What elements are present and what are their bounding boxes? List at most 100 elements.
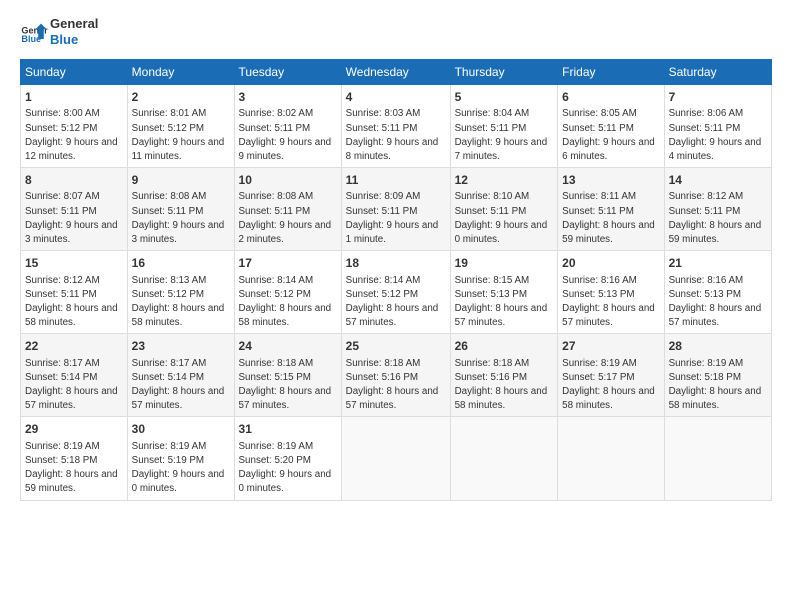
calendar-week-row: 1 Sunrise: 8:00 AMSunset: 5:12 PMDayligh… — [21, 85, 772, 168]
table-row: 16 Sunrise: 8:13 AMSunset: 5:12 PMDaylig… — [127, 251, 234, 334]
day-number: 9 — [132, 172, 230, 188]
table-row — [341, 417, 450, 500]
table-row: 17 Sunrise: 8:14 AMSunset: 5:12 PMDaylig… — [234, 251, 341, 334]
table-row: 7 Sunrise: 8:06 AMSunset: 5:11 PMDayligh… — [664, 85, 771, 168]
day-info: Sunrise: 8:18 AMSunset: 5:15 PMDaylight:… — [239, 358, 332, 412]
table-row: 30 Sunrise: 8:19 AMSunset: 5:19 PMDaylig… — [127, 417, 234, 500]
day-info: Sunrise: 8:06 AMSunset: 5:11 PMDaylight:… — [669, 108, 762, 162]
day-number: 22 — [25, 338, 123, 354]
day-info: Sunrise: 8:18 AMSunset: 5:16 PMDaylight:… — [455, 358, 548, 412]
day-number: 24 — [239, 338, 337, 354]
calendar-week-row: 8 Sunrise: 8:07 AMSunset: 5:11 PMDayligh… — [21, 168, 772, 251]
table-row: 21 Sunrise: 8:16 AMSunset: 5:13 PMDaylig… — [664, 251, 771, 334]
page-container: General Blue General Blue Sunday Monday … — [0, 0, 792, 511]
table-row: 1 Sunrise: 8:00 AMSunset: 5:12 PMDayligh… — [21, 85, 128, 168]
day-info: Sunrise: 8:19 AMSunset: 5:19 PMDaylight:… — [132, 441, 225, 495]
day-number: 3 — [239, 89, 337, 105]
col-friday: Friday — [558, 60, 664, 85]
table-row: 23 Sunrise: 8:17 AMSunset: 5:14 PMDaylig… — [127, 334, 234, 417]
day-info: Sunrise: 8:11 AMSunset: 5:11 PMDaylight:… — [562, 191, 655, 245]
table-row — [664, 417, 771, 500]
day-number: 10 — [239, 172, 337, 188]
day-info: Sunrise: 8:15 AMSunset: 5:13 PMDaylight:… — [455, 275, 548, 329]
day-info: Sunrise: 8:09 AMSunset: 5:11 PMDaylight:… — [346, 191, 439, 245]
day-number: 1 — [25, 89, 123, 105]
table-row: 19 Sunrise: 8:15 AMSunset: 5:13 PMDaylig… — [450, 251, 558, 334]
day-info: Sunrise: 8:01 AMSunset: 5:12 PMDaylight:… — [132, 108, 225, 162]
table-row: 20 Sunrise: 8:16 AMSunset: 5:13 PMDaylig… — [558, 251, 664, 334]
logo-icon: General Blue — [20, 18, 48, 46]
day-number: 26 — [455, 338, 554, 354]
day-number: 18 — [346, 255, 446, 271]
col-tuesday: Tuesday — [234, 60, 341, 85]
day-number: 14 — [669, 172, 767, 188]
table-row: 26 Sunrise: 8:18 AMSunset: 5:16 PMDaylig… — [450, 334, 558, 417]
day-number: 11 — [346, 172, 446, 188]
day-info: Sunrise: 8:17 AMSunset: 5:14 PMDaylight:… — [132, 358, 225, 412]
day-info: Sunrise: 8:12 AMSunset: 5:11 PMDaylight:… — [669, 191, 762, 245]
day-number: 19 — [455, 255, 554, 271]
calendar-week-row: 15 Sunrise: 8:12 AMSunset: 5:11 PMDaylig… — [21, 251, 772, 334]
calendar-header-row: Sunday Monday Tuesday Wednesday Thursday… — [21, 60, 772, 85]
table-row: 12 Sunrise: 8:10 AMSunset: 5:11 PMDaylig… — [450, 168, 558, 251]
day-number: 13 — [562, 172, 659, 188]
day-number: 29 — [25, 421, 123, 437]
day-info: Sunrise: 8:02 AMSunset: 5:11 PMDaylight:… — [239, 108, 332, 162]
calendar-table: Sunday Monday Tuesday Wednesday Thursday… — [20, 59, 772, 500]
day-info: Sunrise: 8:16 AMSunset: 5:13 PMDaylight:… — [669, 275, 762, 329]
table-row: 4 Sunrise: 8:03 AMSunset: 5:11 PMDayligh… — [341, 85, 450, 168]
day-number: 16 — [132, 255, 230, 271]
page-header: General Blue General Blue — [20, 16, 772, 47]
table-row — [450, 417, 558, 500]
table-row: 14 Sunrise: 8:12 AMSunset: 5:11 PMDaylig… — [664, 168, 771, 251]
day-number: 2 — [132, 89, 230, 105]
day-info: Sunrise: 8:17 AMSunset: 5:14 PMDaylight:… — [25, 358, 118, 412]
svg-text:Blue: Blue — [21, 33, 41, 43]
day-info: Sunrise: 8:19 AMSunset: 5:18 PMDaylight:… — [25, 441, 118, 495]
col-saturday: Saturday — [664, 60, 771, 85]
table-row: 5 Sunrise: 8:04 AMSunset: 5:11 PMDayligh… — [450, 85, 558, 168]
day-info: Sunrise: 8:03 AMSunset: 5:11 PMDaylight:… — [346, 108, 439, 162]
logo: General Blue General Blue — [20, 16, 98, 47]
day-number: 8 — [25, 172, 123, 188]
day-number: 5 — [455, 89, 554, 105]
table-row: 10 Sunrise: 8:08 AMSunset: 5:11 PMDaylig… — [234, 168, 341, 251]
day-info: Sunrise: 8:10 AMSunset: 5:11 PMDaylight:… — [455, 191, 548, 245]
day-number: 28 — [669, 338, 767, 354]
table-row — [558, 417, 664, 500]
day-info: Sunrise: 8:14 AMSunset: 5:12 PMDaylight:… — [239, 275, 332, 329]
table-row: 25 Sunrise: 8:18 AMSunset: 5:16 PMDaylig… — [341, 334, 450, 417]
day-number: 17 — [239, 255, 337, 271]
day-info: Sunrise: 8:12 AMSunset: 5:11 PMDaylight:… — [25, 275, 118, 329]
table-row: 27 Sunrise: 8:19 AMSunset: 5:17 PMDaylig… — [558, 334, 664, 417]
logo-text-line2: Blue — [50, 32, 98, 48]
day-number: 23 — [132, 338, 230, 354]
day-info: Sunrise: 8:05 AMSunset: 5:11 PMDaylight:… — [562, 108, 655, 162]
day-info: Sunrise: 8:08 AMSunset: 5:11 PMDaylight:… — [132, 191, 225, 245]
table-row: 9 Sunrise: 8:08 AMSunset: 5:11 PMDayligh… — [127, 168, 234, 251]
table-row: 28 Sunrise: 8:19 AMSunset: 5:18 PMDaylig… — [664, 334, 771, 417]
col-sunday: Sunday — [21, 60, 128, 85]
day-number: 31 — [239, 421, 337, 437]
calendar-week-row: 29 Sunrise: 8:19 AMSunset: 5:18 PMDaylig… — [21, 417, 772, 500]
day-number: 7 — [669, 89, 767, 105]
table-row: 3 Sunrise: 8:02 AMSunset: 5:11 PMDayligh… — [234, 85, 341, 168]
day-number: 20 — [562, 255, 659, 271]
table-row: 31 Sunrise: 8:19 AMSunset: 5:20 PMDaylig… — [234, 417, 341, 500]
col-thursday: Thursday — [450, 60, 558, 85]
col-monday: Monday — [127, 60, 234, 85]
day-number: 27 — [562, 338, 659, 354]
day-number: 21 — [669, 255, 767, 271]
day-info: Sunrise: 8:19 AMSunset: 5:18 PMDaylight:… — [669, 358, 762, 412]
day-info: Sunrise: 8:14 AMSunset: 5:12 PMDaylight:… — [346, 275, 439, 329]
day-info: Sunrise: 8:04 AMSunset: 5:11 PMDaylight:… — [455, 108, 548, 162]
day-number: 12 — [455, 172, 554, 188]
day-info: Sunrise: 8:00 AMSunset: 5:12 PMDaylight:… — [25, 108, 118, 162]
day-info: Sunrise: 8:13 AMSunset: 5:12 PMDaylight:… — [132, 275, 225, 329]
table-row: 2 Sunrise: 8:01 AMSunset: 5:12 PMDayligh… — [127, 85, 234, 168]
table-row: 6 Sunrise: 8:05 AMSunset: 5:11 PMDayligh… — [558, 85, 664, 168]
day-number: 6 — [562, 89, 659, 105]
day-number: 15 — [25, 255, 123, 271]
day-info: Sunrise: 8:19 AMSunset: 5:17 PMDaylight:… — [562, 358, 655, 412]
day-info: Sunrise: 8:16 AMSunset: 5:13 PMDaylight:… — [562, 275, 655, 329]
